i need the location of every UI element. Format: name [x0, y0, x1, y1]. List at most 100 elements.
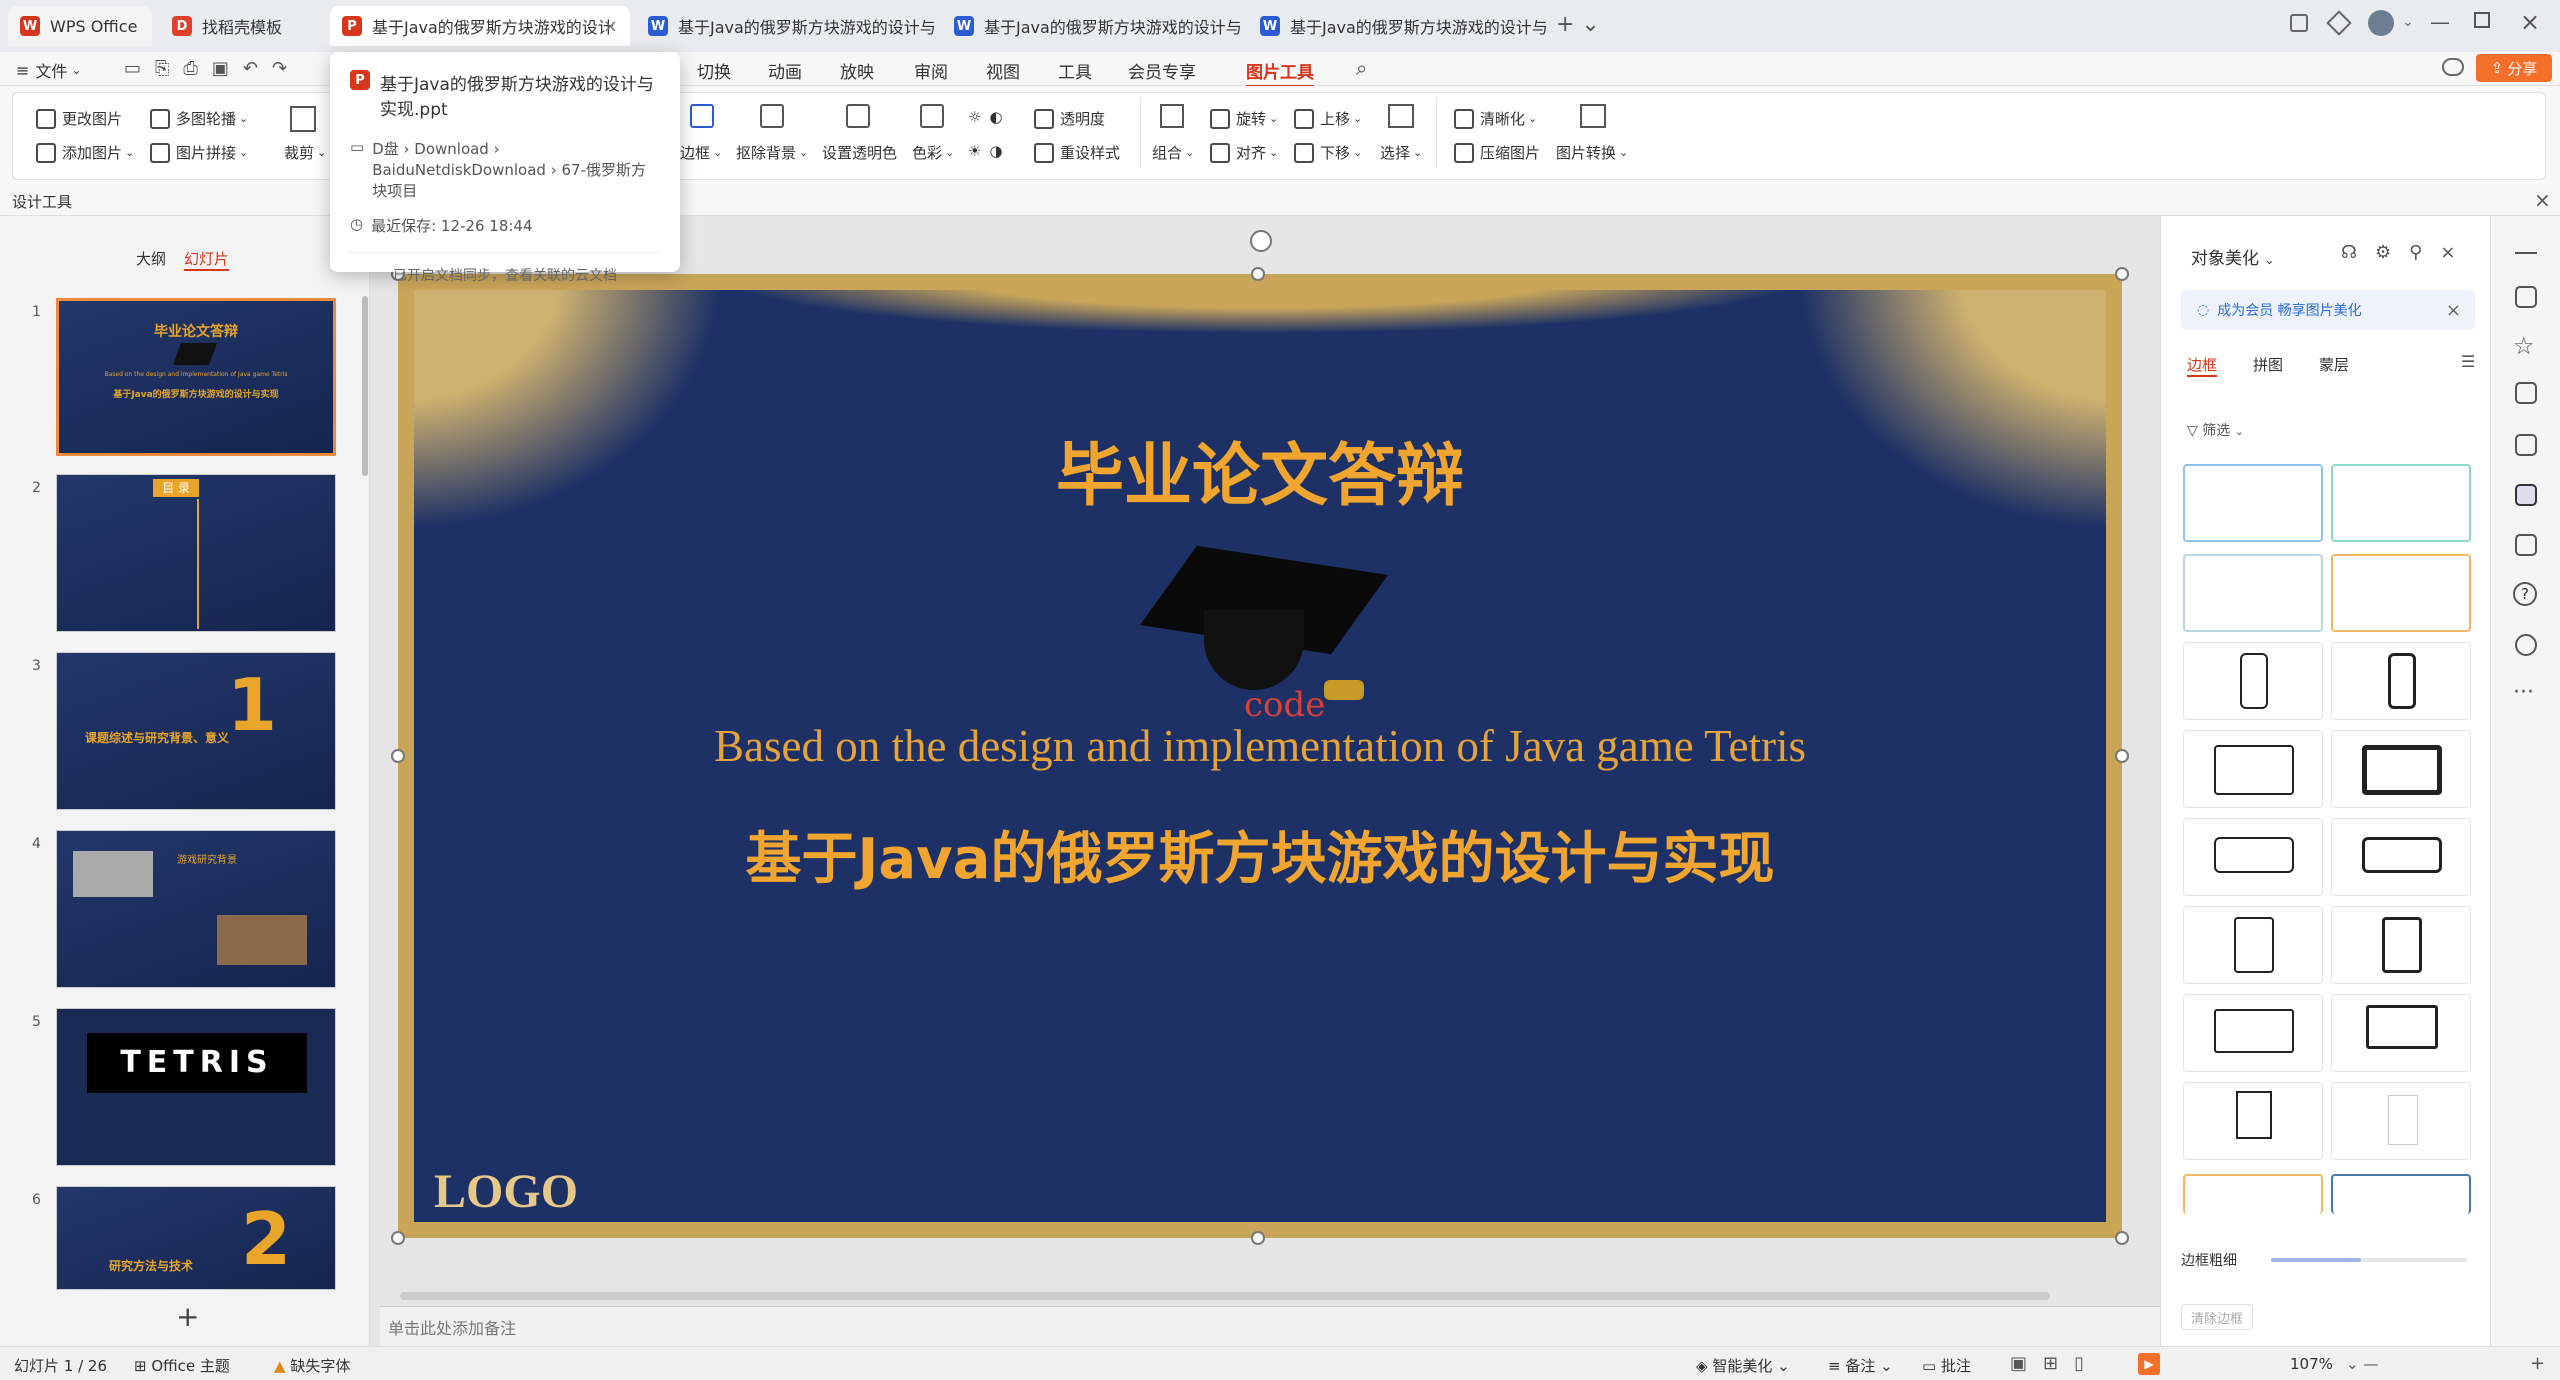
resize-handle[interactable]: [2115, 267, 2129, 281]
tab-mask[interactable]: 蒙层: [2319, 354, 2349, 375]
slide-title[interactable]: 毕业论文答辩: [414, 420, 2106, 519]
rotate-handle-icon[interactable]: [1250, 230, 1272, 252]
new-tab-icon[interactable]: + ⌄: [1556, 12, 1600, 37]
select-icon[interactable]: [1388, 104, 1414, 128]
remove-background-icon[interactable]: [760, 104, 784, 128]
clear-border-button[interactable]: 清除边框: [2181, 1304, 2253, 1330]
menu-slideshow[interactable]: 放映: [840, 58, 874, 83]
frame-tablet-option[interactable]: [2331, 730, 2471, 808]
set-transparent-button[interactable]: 设置透明色: [822, 142, 897, 163]
beautify-icon[interactable]: [2515, 484, 2537, 506]
group-icon[interactable]: [1160, 104, 1184, 128]
tab-outline[interactable]: 大纲: [136, 248, 166, 269]
member-promo-banner[interactable]: ◌ 成为会员 畅享图片美化 ×: [2181, 290, 2475, 330]
missing-font-indicator[interactable]: ▲ 缺失字体: [274, 1355, 350, 1376]
tab-border[interactable]: 边框: [2187, 354, 2218, 377]
menu-animation[interactable]: 动画: [768, 58, 802, 83]
adjust-icon[interactable]: [2515, 286, 2537, 308]
pin-icon[interactable]: ⚲: [2409, 242, 2422, 263]
resize-handle[interactable]: [391, 1231, 405, 1245]
resize-handle[interactable]: [2115, 749, 2129, 763]
group-button[interactable]: 组合 ⌄: [1152, 142, 1194, 163]
frame-stand-option[interactable]: [2183, 1082, 2323, 1160]
resize-handle[interactable]: [1251, 267, 1265, 281]
frame-bag-option[interactable]: [2331, 1082, 2471, 1160]
convert-icon[interactable]: [1580, 104, 1606, 128]
select-button[interactable]: 选择 ⌄: [1380, 142, 1422, 163]
copy-icon[interactable]: [2515, 382, 2537, 404]
menu-transition[interactable]: 切换: [697, 58, 731, 83]
horizontal-scrollbar[interactable]: [400, 1292, 2050, 1300]
frame-phone-option[interactable]: [2183, 642, 2323, 720]
settings-icon[interactable]: [2515, 634, 2537, 656]
filter-button[interactable]: ▽ 筛选 ⌄: [2187, 420, 2244, 440]
redo-icon[interactable]: ↷: [272, 58, 287, 79]
crop-icon[interactable]: [290, 106, 316, 132]
align-button[interactable]: 对齐 ⌄: [1210, 142, 1278, 163]
preview-icon[interactable]: ▣: [212, 58, 229, 79]
frame-option[interactable]: [2331, 1174, 2471, 1214]
slide-subtitle-zh[interactable]: 基于Java的俄罗斯方块游戏的设计与实现: [414, 814, 2106, 895]
slide-thumb-1[interactable]: 毕业论文答辩 Based on the design and implement…: [56, 298, 336, 456]
list-icon[interactable]: ☰: [2461, 352, 2475, 371]
cloud-icon[interactable]: [2442, 58, 2464, 76]
zoom-level[interactable]: 107%: [2290, 1355, 2333, 1373]
frame-hand-phone-option[interactable]: [2183, 818, 2323, 896]
tab-collage[interactable]: 拼图: [2253, 354, 2283, 375]
print-icon[interactable]: ⎙: [183, 58, 197, 79]
slide-subtitle-en[interactable]: Based on the design and implementation o…: [414, 720, 2106, 772]
collapse-icon[interactable]: [2515, 252, 2537, 254]
change-picture-button[interactable]: 更改图片: [36, 108, 122, 129]
close-icon[interactable]: ×: [2446, 300, 2461, 321]
export-icon[interactable]: ⎘: [155, 58, 169, 79]
frame-option[interactable]: [2331, 554, 2471, 632]
sorter-view-icon[interactable]: ⊞: [2043, 1353, 2058, 1374]
tab-slides[interactable]: 幻灯片: [184, 248, 230, 271]
slide-thumb-2[interactable]: 目 录: [56, 474, 336, 632]
close-icon[interactable]: ×: [2440, 242, 2455, 263]
color-icon[interactable]: [920, 104, 944, 128]
picture-splice-button[interactable]: 图片拼接 ⌄: [150, 142, 248, 163]
more-icon[interactable]: ···: [2513, 680, 2534, 705]
frame-monitor-option[interactable]: [2331, 994, 2471, 1072]
theme-indicator[interactable]: ⊞ Office 主题: [134, 1355, 230, 1376]
clarify-button[interactable]: 清晰化 ⌄: [1454, 108, 1537, 129]
notes-area[interactable]: 单击此处添加备注: [380, 1306, 2160, 1346]
smart-beautify-button[interactable]: ◈ 智能美化 ⌄: [1696, 1355, 1790, 1376]
comments-button[interactable]: ▭ 批注: [1922, 1355, 1971, 1376]
tab-doc-1[interactable]: W 基于Java的俄罗斯方块游戏的设计与实: [636, 6, 936, 46]
tab-doc-2[interactable]: W 基于Java的俄罗斯方块游戏的设计与实: [942, 6, 1242, 46]
cube-icon[interactable]: [2326, 10, 2352, 36]
frame-option[interactable]: [2331, 464, 2471, 542]
translate-icon[interactable]: [2515, 434, 2537, 456]
border-weight-slider[interactable]: [2271, 1258, 2467, 1262]
close-window-icon[interactable]: ×: [2520, 8, 2540, 36]
panel-header[interactable]: 对象美化 ⌄: [2191, 244, 2274, 269]
slide-canvas[interactable]: 毕业论文答辩 code Based on the design and impl…: [398, 274, 2122, 1238]
menu-picture-tools[interactable]: 图片工具: [1246, 58, 1314, 88]
border-button[interactable]: 边框 ⌄: [680, 142, 722, 163]
search-icon[interactable]: ⌕: [1356, 56, 1367, 80]
close-icon[interactable]: ×: [2534, 188, 2551, 212]
add-picture-button[interactable]: 添加图片 ⌄: [36, 142, 134, 163]
tab-ppt-active[interactable]: P 基于Java的俄罗斯方块游戏的设计 ×: [330, 6, 630, 46]
resize-handle[interactable]: [391, 749, 405, 763]
layout-icon[interactable]: [2290, 14, 2308, 32]
file-menu[interactable]: ≡ 文件 ⌄: [16, 58, 81, 82]
frame-option[interactable]: [2183, 554, 2323, 632]
slide-thumb-3[interactable]: 1 课题综述与研究背景、意义: [56, 652, 336, 810]
share-button[interactable]: ⇪ 分享: [2476, 54, 2552, 82]
maximize-icon[interactable]: [2474, 12, 2490, 28]
brightness-down-icons[interactable]: ☀ ◑: [968, 142, 1003, 160]
avatar[interactable]: [2368, 10, 2394, 36]
frame-laptop-option[interactable]: [2183, 994, 2323, 1072]
compress-picture-button[interactable]: 压缩图片: [1454, 142, 1540, 163]
save-icon[interactable]: ▭: [124, 58, 141, 79]
zoom-in-icon[interactable]: +: [2530, 1353, 2545, 1374]
transparency-button[interactable]: 透明度: [1034, 108, 1105, 129]
resize-handle[interactable]: [2115, 1231, 2129, 1245]
move-up-button[interactable]: 上移 ⌄: [1294, 108, 1362, 129]
reset-style-button[interactable]: 重设样式: [1034, 142, 1120, 163]
frame-phone-option[interactable]: [2331, 642, 2471, 720]
rotate-button[interactable]: 旋转 ⌄: [1210, 108, 1278, 129]
